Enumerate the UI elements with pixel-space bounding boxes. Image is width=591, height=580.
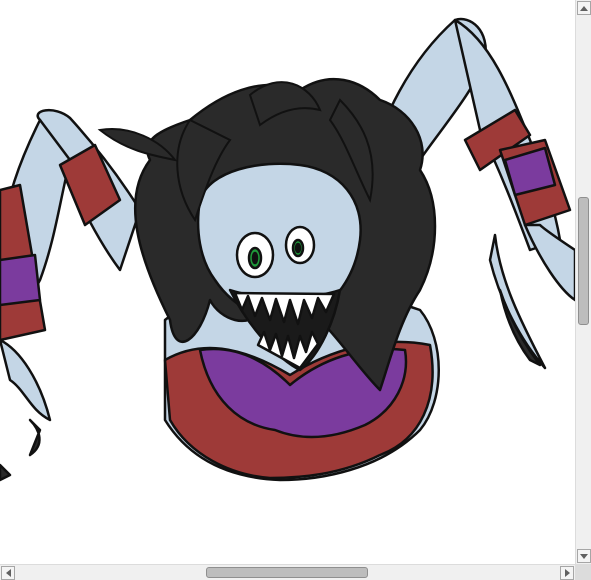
scroll-up-button[interactable] bbox=[577, 1, 591, 15]
horizontal-scroll-thumb[interactable] bbox=[206, 567, 368, 578]
image-canvas bbox=[0, 0, 575, 564]
scroll-right-button[interactable] bbox=[560, 566, 574, 580]
scroll-up-arrow-icon bbox=[580, 5, 588, 11]
vertical-scroll-thumb[interactable] bbox=[578, 197, 589, 325]
right-claw bbox=[523, 223, 575, 302]
scrollbar-corner bbox=[575, 564, 591, 580]
left-claw bbox=[0, 338, 52, 422]
scroll-right-arrow-icon bbox=[564, 569, 570, 577]
vertical-scrollbar[interactable] bbox=[575, 0, 591, 564]
left-wrist-purple bbox=[0, 253, 42, 307]
scroll-down-arrow-icon bbox=[580, 553, 588, 559]
scroll-left-arrow-icon bbox=[5, 569, 11, 577]
scroll-left-button[interactable] bbox=[1, 566, 15, 580]
monster-illustration bbox=[0, 17, 575, 482]
scroll-down-button[interactable] bbox=[577, 549, 591, 563]
horizontal-scrollbar[interactable] bbox=[0, 564, 575, 580]
